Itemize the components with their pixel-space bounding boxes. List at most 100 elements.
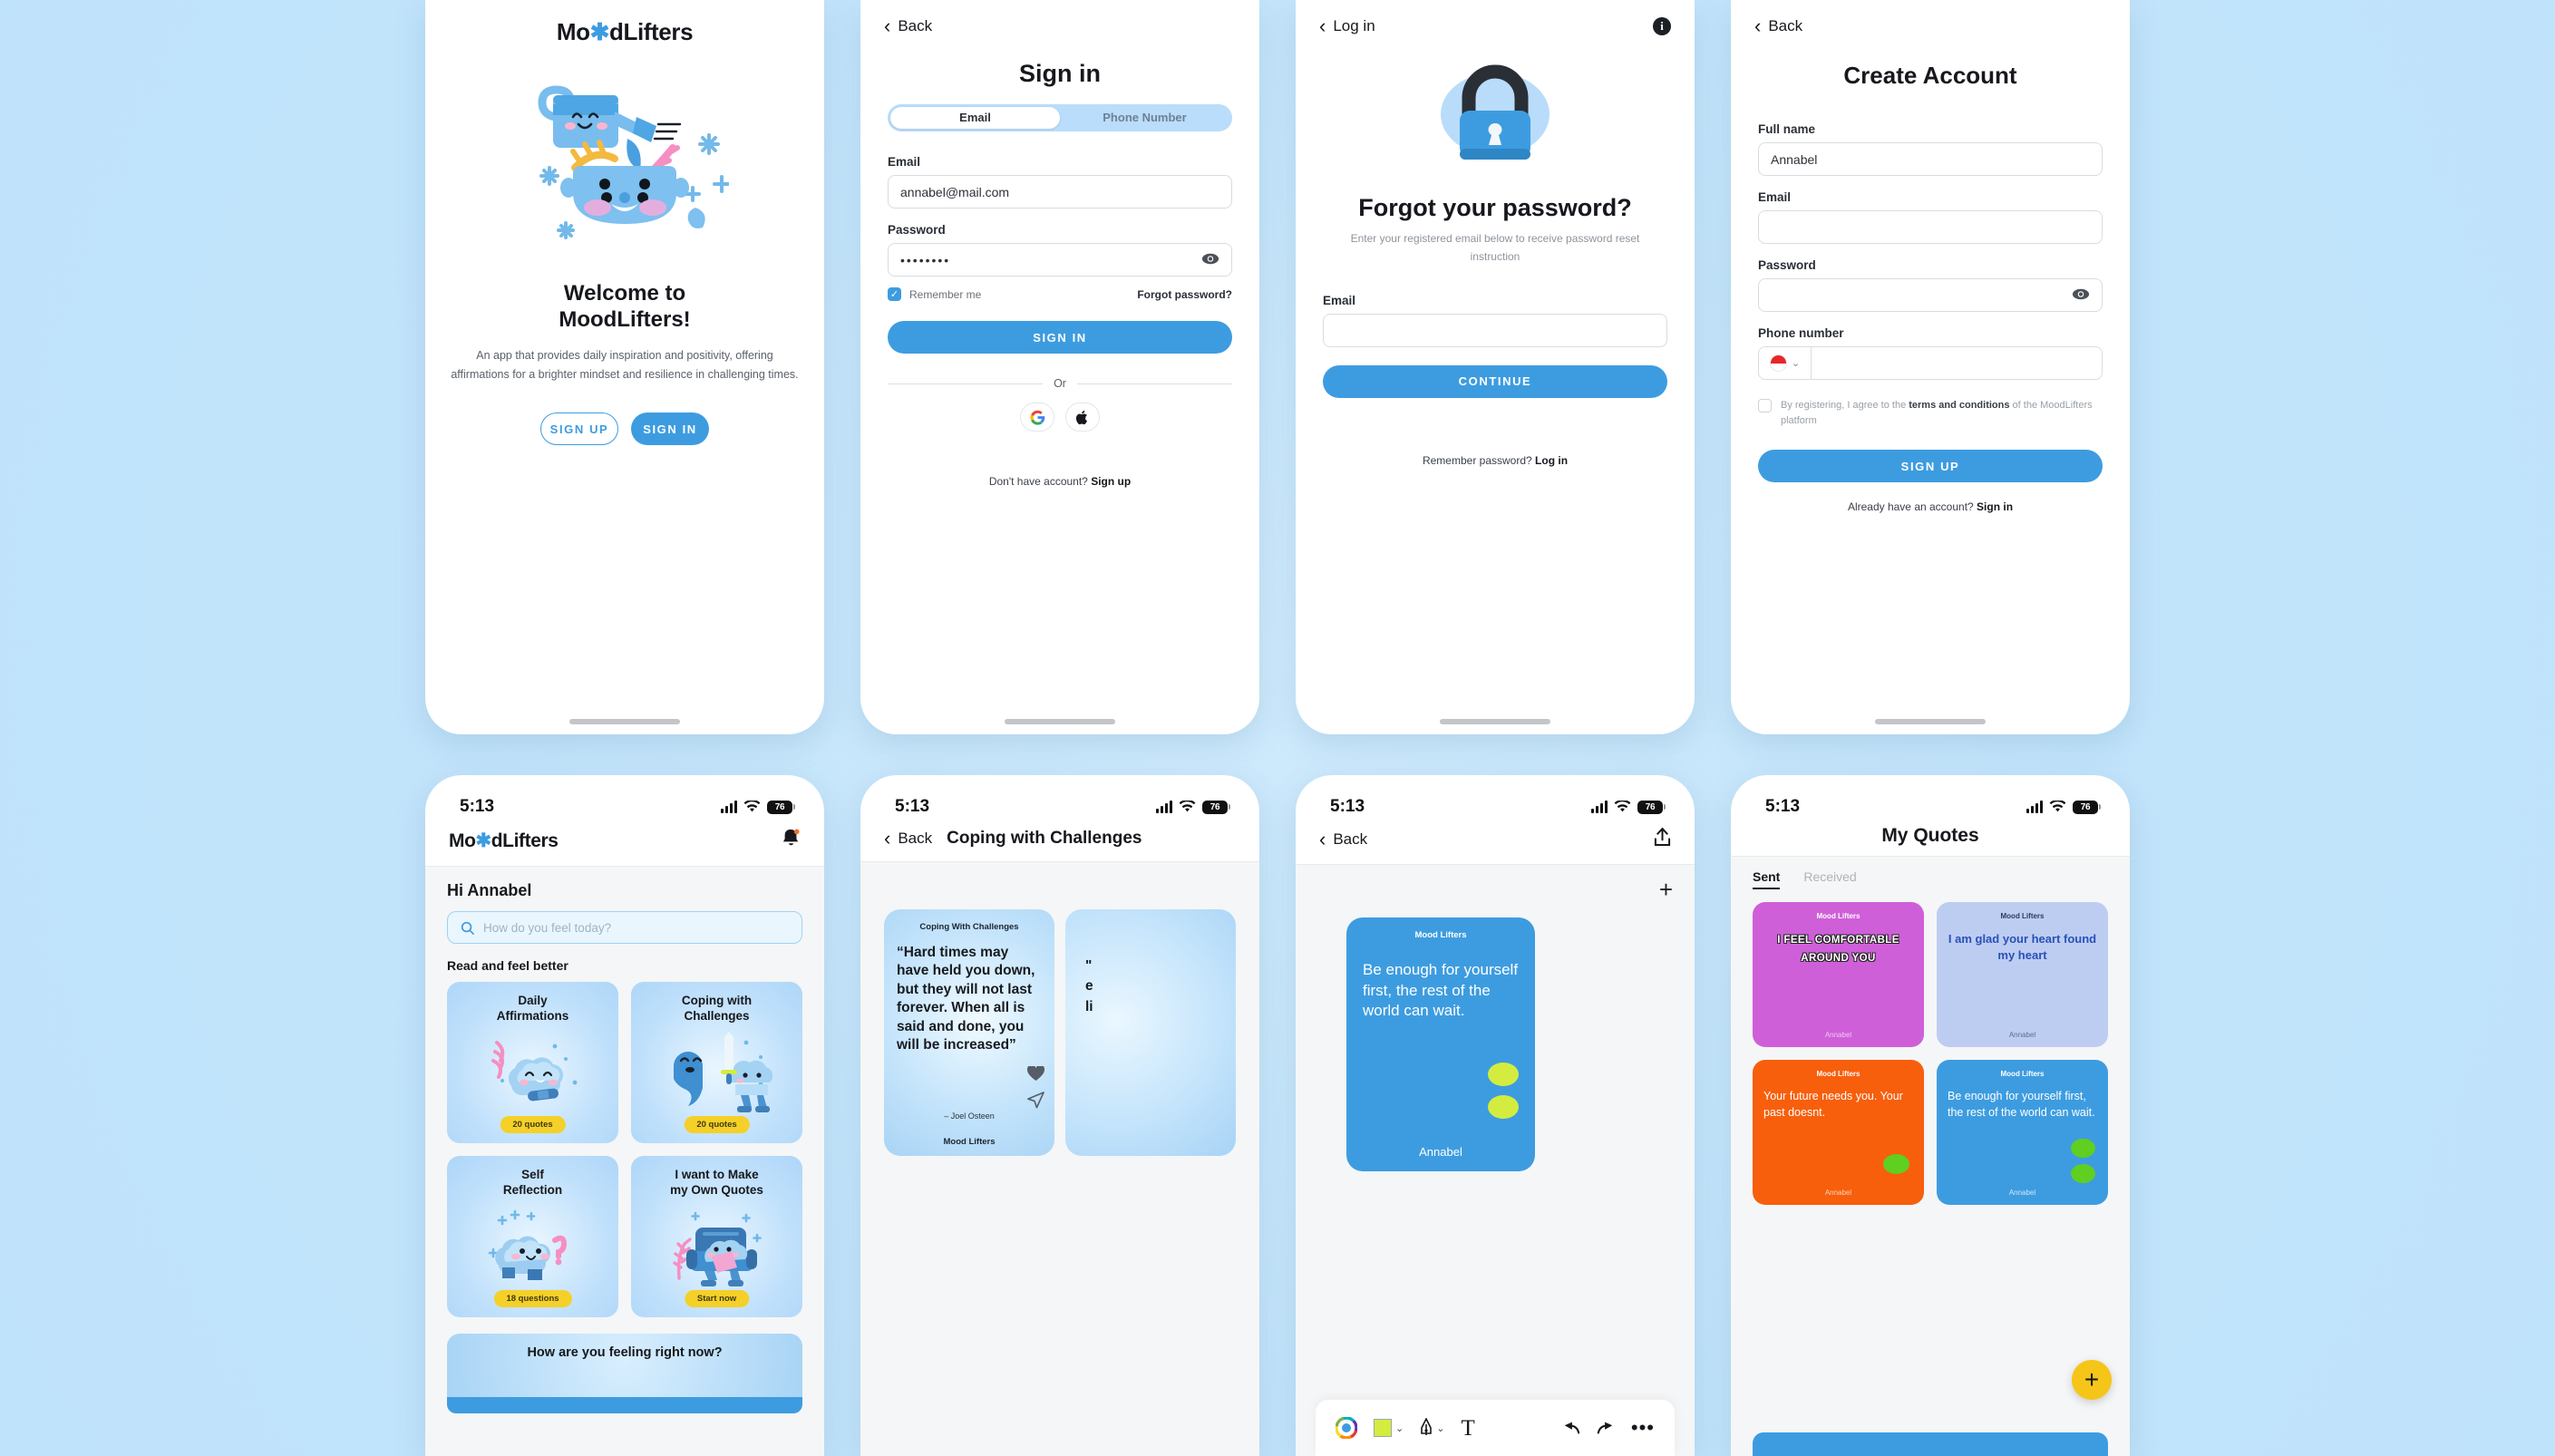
- terms-link[interactable]: terms and conditions: [1909, 400, 2009, 411]
- tab-sent[interactable]: Sent: [1753, 869, 1781, 889]
- back-button[interactable]: ‹ Log in: [1319, 16, 1375, 36]
- more-options-button[interactable]: •••: [1631, 1418, 1655, 1438]
- info-button[interactable]: i: [1653, 17, 1671, 35]
- logo-text-1: Mo: [556, 18, 590, 45]
- back-button[interactable]: ‹ Back: [884, 826, 933, 849]
- signin-footer[interactable]: Already have an account? Sign in: [1758, 500, 2103, 513]
- signup-link[interactable]: Sign up: [1091, 475, 1131, 488]
- add-quote-fab[interactable]: +: [2072, 1360, 2112, 1400]
- share-button[interactable]: [1654, 828, 1671, 851]
- color-swatch-picker[interactable]: ⌄: [1374, 1419, 1404, 1437]
- sign-in-submit-button[interactable]: SIGN IN: [888, 321, 1232, 354]
- blob-sticker-1[interactable]: [1488, 1063, 1519, 1086]
- auth-method-tabs[interactable]: Email Phone Number: [888, 104, 1232, 131]
- fullname-value: Annabel: [1771, 151, 1818, 167]
- info-icon: i: [1653, 17, 1671, 35]
- quote-tile-caption: Mood Lifters: [2000, 1070, 2045, 1078]
- back-button[interactable]: ‹ Back: [1319, 830, 1367, 849]
- sign-up-button[interactable]: SIGN UP: [540, 413, 618, 446]
- back-label: Back: [898, 829, 933, 847]
- email-label: Email: [888, 155, 921, 169]
- email-input[interactable]: annabel@mail.com: [888, 175, 1232, 209]
- phone-input-group[interactable]: ⌄: [1758, 346, 2103, 380]
- password-input[interactable]: ••••••••: [888, 243, 1232, 277]
- quote-tile[interactable]: Mood Lifters I am glad your heart found …: [1937, 902, 2108, 1047]
- card-coping-with-challenges[interactable]: Coping with Challenges 20 quotes: [631, 982, 802, 1143]
- back-button[interactable]: ‹ Back: [1754, 16, 1802, 36]
- color-swatch[interactable]: [1374, 1419, 1392, 1437]
- bell-icon: [782, 829, 800, 846]
- pen-icon: [1421, 1418, 1433, 1435]
- quote-tile[interactable]: Mood Lifters Be enough for yourself firs…: [1937, 1060, 2108, 1205]
- card-make-own-quotes[interactable]: I want to Make my Own Quotes Start now: [631, 1156, 802, 1317]
- quote-tile[interactable]: Mood Lifters Your future needs you. Your…: [1753, 1060, 1924, 1205]
- editable-quote-card[interactable]: Mood Lifters Be enough for yourself firs…: [1346, 917, 1535, 1171]
- phone-number-input[interactable]: [1811, 346, 2103, 380]
- quote-tile-author: Annabel: [2008, 1189, 2036, 1197]
- country-code-selector[interactable]: ⌄: [1758, 346, 1811, 380]
- password-input[interactable]: [1758, 278, 2103, 312]
- chevron-left-icon: ‹: [1319, 15, 1326, 37]
- ghost-battle-illustration: [673, 1031, 772, 1112]
- email-input[interactable]: [1323, 313, 1667, 347]
- email-input[interactable]: [1758, 210, 2103, 244]
- card-title: Self Reflection: [502, 1168, 563, 1197]
- card-daily-affirmations[interactable]: Daily Affirmations 20 quotes: [447, 982, 618, 1143]
- quote-tile[interactable]: Mood Lifters I FEEL COMFORTABLE AROUND Y…: [1753, 902, 1924, 1047]
- quote-card-next[interactable]: " e li: [1065, 909, 1236, 1156]
- eye-icon[interactable]: [2072, 286, 2090, 305]
- card-self-reflection[interactable]: Self Reflection 18 questions: [447, 1156, 618, 1317]
- tab-email[interactable]: Email: [890, 107, 1060, 129]
- color-wheel-icon[interactable]: [1336, 1417, 1357, 1439]
- wifi-icon: [743, 801, 761, 812]
- quote-card[interactable]: Coping With Challenges “Hard times may h…: [884, 909, 1054, 1156]
- welcome-line-1: Welcome to: [563, 281, 686, 306]
- fullname-label: Full name: [1758, 122, 1816, 136]
- flag-icon: [1769, 354, 1787, 372]
- eye-icon[interactable]: [1201, 251, 1219, 269]
- editor-card-text[interactable]: Be enough for yourself first, the rest o…: [1363, 960, 1519, 1022]
- terms-row[interactable]: By registering, I agree to the terms and…: [1758, 398, 2103, 428]
- apple-sign-in-button[interactable]: [1065, 403, 1100, 432]
- cellular-signal-icon: [1156, 801, 1172, 813]
- google-sign-in-button[interactable]: [1020, 403, 1054, 432]
- or-label: Or: [1054, 377, 1066, 390]
- welcome-line-2: MoodLifters!: [559, 307, 691, 333]
- login-footer[interactable]: Remember password? Log in: [1323, 454, 1667, 467]
- send-icon[interactable]: [1027, 1092, 1044, 1109]
- page-title: My Quotes: [1881, 824, 1979, 846]
- fullname-input[interactable]: Annabel: [1758, 142, 2103, 176]
- forgot-password-link[interactable]: Forgot password?: [1137, 288, 1232, 301]
- tab-phone-number[interactable]: Phone Number: [1060, 107, 1229, 129]
- feeling-prompt-card[interactable]: How are you feeling right now?: [447, 1334, 802, 1397]
- greeting-text: Hi Annabel: [447, 881, 532, 899]
- terms-checkbox[interactable]: [1758, 399, 1772, 413]
- heart-icon[interactable]: [1027, 1066, 1044, 1082]
- blob-sticker-2[interactable]: [1488, 1095, 1519, 1119]
- remember-me-checkbox[interactable]: ✓: [888, 287, 901, 301]
- back-label: Back: [898, 17, 933, 34]
- undo-icon[interactable]: [1562, 1421, 1580, 1435]
- chevron-left-icon: ‹: [884, 826, 891, 849]
- back-label: Log in: [1333, 17, 1375, 34]
- page-title: Forgot your password?: [1358, 194, 1632, 221]
- notifications-button[interactable]: [782, 828, 801, 853]
- signin-link[interactable]: Sign in: [1977, 500, 2013, 513]
- sign-up-submit-button[interactable]: SIGN UP: [1758, 450, 2103, 482]
- back-button[interactable]: ‹ Back: [884, 16, 932, 36]
- signup-footer[interactable]: Don't have account? Sign up: [888, 475, 1232, 488]
- phone-label: Phone number: [1758, 326, 1844, 340]
- text-tool[interactable]: T: [1461, 1417, 1474, 1440]
- add-quote-button[interactable]: +: [1659, 878, 1673, 901]
- battery-icon: 76: [767, 800, 795, 814]
- login-link[interactable]: Log in: [1535, 454, 1568, 467]
- cellular-signal-icon: [721, 801, 737, 813]
- sign-in-button[interactable]: SIGN IN: [631, 413, 709, 446]
- continue-button[interactable]: CONTINUE: [1323, 364, 1667, 398]
- tab-received[interactable]: Received: [1803, 869, 1856, 889]
- remember-me-row[interactable]: ✓ Remember me: [888, 287, 981, 301]
- redo-icon[interactable]: [1597, 1421, 1615, 1435]
- status-time: 5:13: [895, 797, 930, 816]
- pen-tool[interactable]: ⌄: [1420, 1418, 1444, 1438]
- search-input[interactable]: How do you feel today?: [447, 911, 802, 944]
